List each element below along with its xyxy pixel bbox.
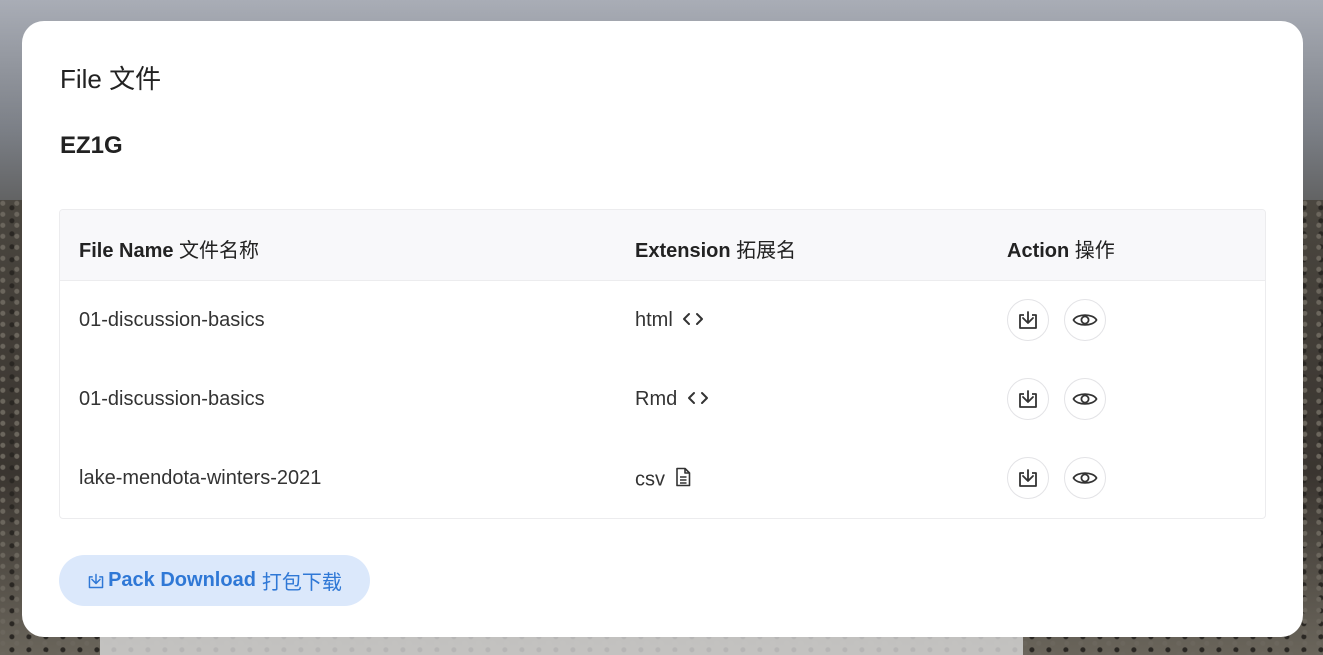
table-row: 01-discussion-basics Rmd — [60, 360, 1265, 439]
file-extension-label: html — [635, 309, 673, 331]
page-subtitle: EZ1G — [60, 132, 123, 159]
file-name: 01-discussion-basics — [79, 388, 265, 410]
download-file-button[interactable] — [1007, 457, 1049, 499]
code-icon — [682, 309, 704, 332]
pack-download-label-cn: 打包下载 — [261, 572, 342, 594]
eye-icon — [1072, 314, 1098, 326]
header-action: Action 操作 — [1007, 234, 1115, 263]
eye-icon — [1072, 393, 1098, 405]
code-icon — [687, 388, 709, 411]
preview-file-button[interactable] — [1064, 457, 1106, 499]
file-extension: csv — [635, 467, 691, 493]
header-file-name: File Name 文件名称 — [79, 234, 259, 263]
file-text-icon — [675, 467, 691, 493]
background-guardrail — [100, 635, 1023, 655]
table-row: lake-mendota-winters-2021 csv — [60, 439, 1265, 518]
preview-file-button[interactable] — [1064, 299, 1106, 341]
header-file-name-cn: 文件名称 — [179, 240, 260, 262]
file-extension: Rmd — [635, 388, 709, 411]
eye-icon — [1072, 472, 1098, 484]
header-extension-en: Extension — [635, 240, 731, 262]
header-extension-cn: 拓展名 — [736, 240, 797, 262]
header-action-en: Action — [1007, 240, 1070, 262]
download-file-button[interactable] — [1007, 378, 1049, 420]
table-header: File Name 文件名称 Extension 拓展名 Action 操作 — [60, 210, 1265, 281]
download-icon — [1019, 311, 1037, 329]
file-name: 01-discussion-basics — [79, 309, 265, 331]
file-table: File Name 文件名称 Extension 拓展名 Action 操作 0… — [59, 209, 1266, 519]
file-extension-label: csv — [635, 468, 665, 491]
download-file-button[interactable] — [1007, 299, 1049, 341]
table-row: 01-discussion-basics html — [60, 281, 1265, 360]
file-extension: html — [635, 309, 704, 332]
page-title: File 文件 — [60, 64, 162, 94]
header-action-cn: 操作 — [1074, 240, 1115, 262]
header-extension: Extension 拓展名 — [635, 234, 796, 263]
pack-download-button[interactable]: Pack Download 打包下载 — [59, 555, 370, 606]
download-icon — [1019, 469, 1037, 487]
file-extension-label: Rmd — [635, 388, 678, 410]
pack-download-label-en: Pack Download — [108, 569, 256, 591]
file-name: lake-mendota-winters-2021 — [79, 467, 322, 489]
download-icon — [1019, 390, 1037, 408]
header-file-name-en: File Name — [79, 240, 174, 262]
preview-file-button[interactable] — [1064, 378, 1106, 420]
download-icon — [87, 572, 105, 590]
file-card: File 文件 EZ1G File Name 文件名称 Extension 拓展… — [22, 21, 1303, 637]
